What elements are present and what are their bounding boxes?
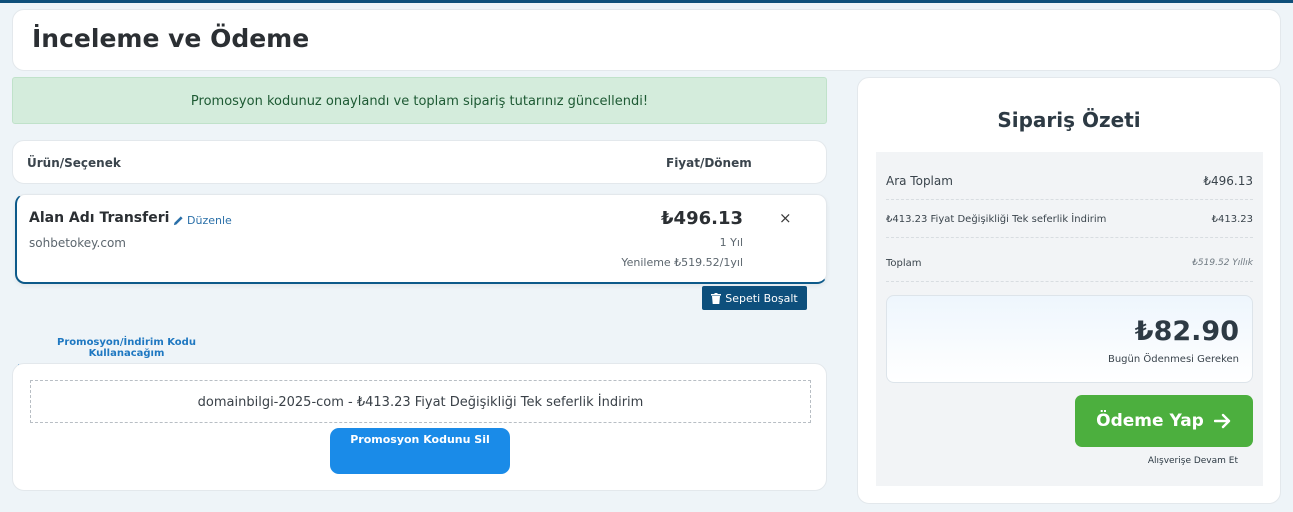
arrow-right-icon <box>1213 413 1231 429</box>
tab-promo-code[interactable]: Promosyon/İndirim Kodu Kullanacağım <box>18 337 235 366</box>
amount-due-box: ₺82.90 Bugün Ödenmesi Gereken <box>886 295 1253 383</box>
empty-cart-label: Sepeti Boşalt <box>725 291 798 305</box>
item-name: Alan Adı Transferi <box>29 210 170 226</box>
empty-cart-button[interactable]: Sepeti Boşalt <box>702 286 807 310</box>
promo-success-alert: Promosyon kodunuz onaylandı ve toplam si… <box>12 77 827 124</box>
subtotal-value: ₺496.13 <box>1203 174 1253 188</box>
discount-value: ₺413.23 <box>1211 214 1253 225</box>
summary-row-total: Toplam ₺519.52 Yıllık <box>886 238 1253 282</box>
amount-due-label: Bugün Ödenmesi Gereken <box>1107 354 1239 365</box>
header-price: Fiyat/Dönem <box>666 156 752 170</box>
cart-item: Alan Adı Transferi Düzenle sohbetokey.co… <box>15 194 827 284</box>
item-domain: sohbetokey.com <box>29 236 126 250</box>
item-period: 1 Yıl <box>719 236 743 249</box>
remove-item-close-icon[interactable]: × <box>779 209 792 227</box>
promo-panel: domainbilgi-2025-com - ₺413.23 Fiyat Değ… <box>12 363 827 491</box>
trash-icon <box>711 292 722 304</box>
summary-row-discount: ₺413.23 Fiyat Değişikliği Tek seferlik İ… <box>886 200 1253 238</box>
cart-table-header: Ürün/Seçenek Fiyat/Dönem <box>12 140 827 184</box>
summary-title: Sipariş Özeti <box>997 108 1141 132</box>
applied-promo-code: domainbilgi-2025-com - ₺413.23 Fiyat Değ… <box>30 380 811 423</box>
summary-body: Ara Toplam ₺496.13 ₺413.23 Fiyat Değişik… <box>876 152 1263 486</box>
page-header: İnceleme ve Ödeme <box>12 9 1281 71</box>
total-row-value: ₺519.52 Yıllık <box>1192 258 1253 268</box>
item-renewal: Yenileme ₺519.52/1yıl <box>621 256 743 269</box>
subtotal-label: Ara Toplam <box>886 174 953 188</box>
amount-due: ₺82.90 <box>1134 316 1239 347</box>
top-accent-bar <box>0 0 1293 3</box>
pencil-icon <box>173 216 183 226</box>
order-summary: Sipariş Özeti Ara Toplam ₺496.13 ₺413.23… <box>857 77 1281 504</box>
page-title: İnceleme ve Ödeme <box>32 24 310 53</box>
summary-row-subtotal: Ara Toplam ₺496.13 <box>886 152 1253 200</box>
item-price: ₺496.13 <box>661 208 743 229</box>
header-product: Ürün/Seçenek <box>27 156 121 170</box>
checkout-button[interactable]: Ödeme Yap <box>1075 395 1253 447</box>
remove-promo-button[interactable]: Promosyon Kodunu Sil <box>330 428 510 474</box>
edit-item-link[interactable]: Düzenle <box>173 214 232 227</box>
total-row-label: Toplam <box>886 258 922 269</box>
discount-label: ₺413.23 Fiyat Değişikliği Tek seferlik İ… <box>886 214 1107 225</box>
edit-item-label: Düzenle <box>187 214 232 227</box>
checkout-label: Ödeme Yap <box>1096 411 1204 431</box>
continue-shopping-link[interactable]: Alışverişe Devam Et <box>1148 456 1238 466</box>
